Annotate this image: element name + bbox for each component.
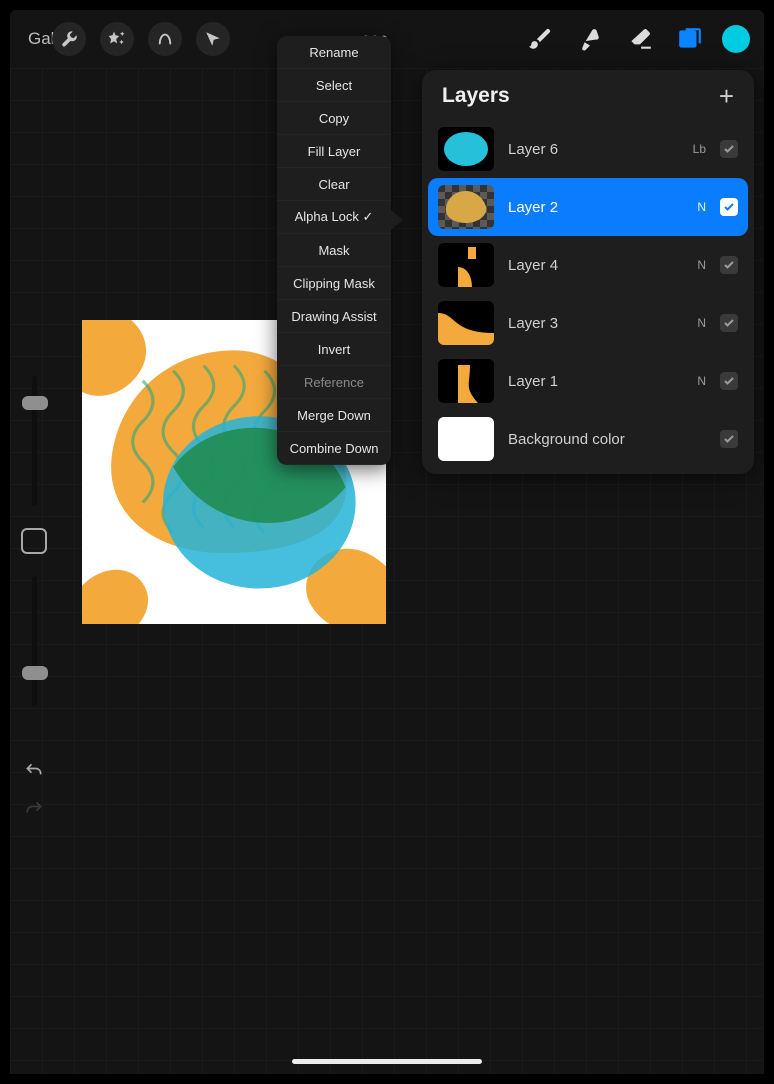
wrench-icon[interactable] [52, 22, 86, 56]
layers-panel: Layers + Layer 6LbLayer 2NLayer 4NLayer … [422, 70, 754, 474]
visibility-checkbox[interactable] [720, 314, 738, 332]
layer-name-label: Layer 4 [508, 257, 674, 274]
blend-mode-label[interactable]: N [688, 374, 706, 388]
menu-item-combine-down[interactable]: Combine Down [277, 432, 391, 465]
menu-item-mask[interactable]: Mask [277, 234, 391, 267]
blend-mode-label[interactable]: N [688, 200, 706, 214]
menu-pointer [391, 210, 403, 230]
layer-row-layer-4[interactable]: Layer 4 N [428, 236, 748, 294]
color-swatch[interactable] [722, 25, 750, 53]
layer-thumbnail[interactable] [438, 127, 494, 171]
layer-row-layer-1[interactable]: Layer 1 N [428, 352, 748, 410]
layer-name-label: Layer 6 [508, 141, 674, 158]
layer-row-layer-3[interactable]: Layer 3 N [428, 294, 748, 352]
brush-icon[interactable] [522, 21, 558, 57]
menu-item-fill-layer[interactable]: Fill Layer [277, 135, 391, 168]
home-indicator[interactable] [292, 1059, 482, 1064]
layer-name-label: Layer 1 [508, 373, 674, 390]
selection-icon[interactable] [148, 22, 182, 56]
layer-context-menu: RenameSelectCopyFill LayerClearAlpha Loc… [277, 36, 391, 465]
adjust-icon[interactable] [100, 22, 134, 56]
menu-item-rename[interactable]: Rename [277, 36, 391, 69]
menu-item-drawing-assist[interactable]: Drawing Assist [277, 300, 391, 333]
menu-item-merge-down[interactable]: Merge Down [277, 399, 391, 432]
blend-mode-label[interactable]: Lb [688, 142, 706, 156]
opacity-slider[interactable] [32, 576, 37, 706]
menu-item-invert[interactable]: Invert [277, 333, 391, 366]
menu-item-copy[interactable]: Copy [277, 102, 391, 135]
layer-thumbnail[interactable] [438, 243, 494, 287]
layer-name-label: Layer 2 [508, 199, 674, 216]
layer-name-label: Layer 3 [508, 315, 674, 332]
menu-item-clear[interactable]: Clear [277, 168, 391, 201]
visibility-checkbox[interactable] [720, 140, 738, 158]
layer-thumbnail[interactable] [438, 301, 494, 345]
visibility-checkbox[interactable] [720, 256, 738, 274]
layer-thumbnail[interactable] [438, 359, 494, 403]
layers-icon[interactable] [672, 21, 708, 57]
blend-mode-label[interactable]: N [688, 316, 706, 330]
menu-item-clipping-mask[interactable]: Clipping Mask [277, 267, 391, 300]
layer-thumbnail[interactable] [438, 185, 494, 229]
redo-button[interactable] [21, 796, 47, 822]
add-layer-button[interactable]: + [719, 86, 734, 106]
move-icon[interactable] [196, 22, 230, 56]
layer-row-background-color[interactable]: Background color [428, 410, 748, 468]
menu-item-select[interactable]: Select [277, 69, 391, 102]
layers-panel-title: Layers [442, 84, 510, 108]
smudge-icon[interactable] [572, 21, 608, 57]
menu-item-alpha-lock-[interactable]: Alpha Lock ✓ [277, 201, 391, 234]
eraser-icon[interactable] [622, 21, 658, 57]
layer-name-label: Background color [508, 431, 674, 448]
layer-row-layer-2[interactable]: Layer 2 N [428, 178, 748, 236]
menu-item-reference[interactable]: Reference [277, 366, 391, 399]
visibility-checkbox[interactable] [720, 198, 738, 216]
undo-button[interactable] [21, 758, 47, 784]
layer-row-layer-6[interactable]: Layer 6 Lb [428, 120, 748, 178]
visibility-checkbox[interactable] [720, 430, 738, 448]
brush-size-slider[interactable] [32, 376, 37, 506]
visibility-checkbox[interactable] [720, 372, 738, 390]
layer-thumbnail[interactable] [438, 417, 494, 461]
blend-mode-label[interactable]: N [688, 258, 706, 272]
side-slider-bar [16, 360, 52, 836]
modifier-button[interactable] [21, 528, 47, 554]
